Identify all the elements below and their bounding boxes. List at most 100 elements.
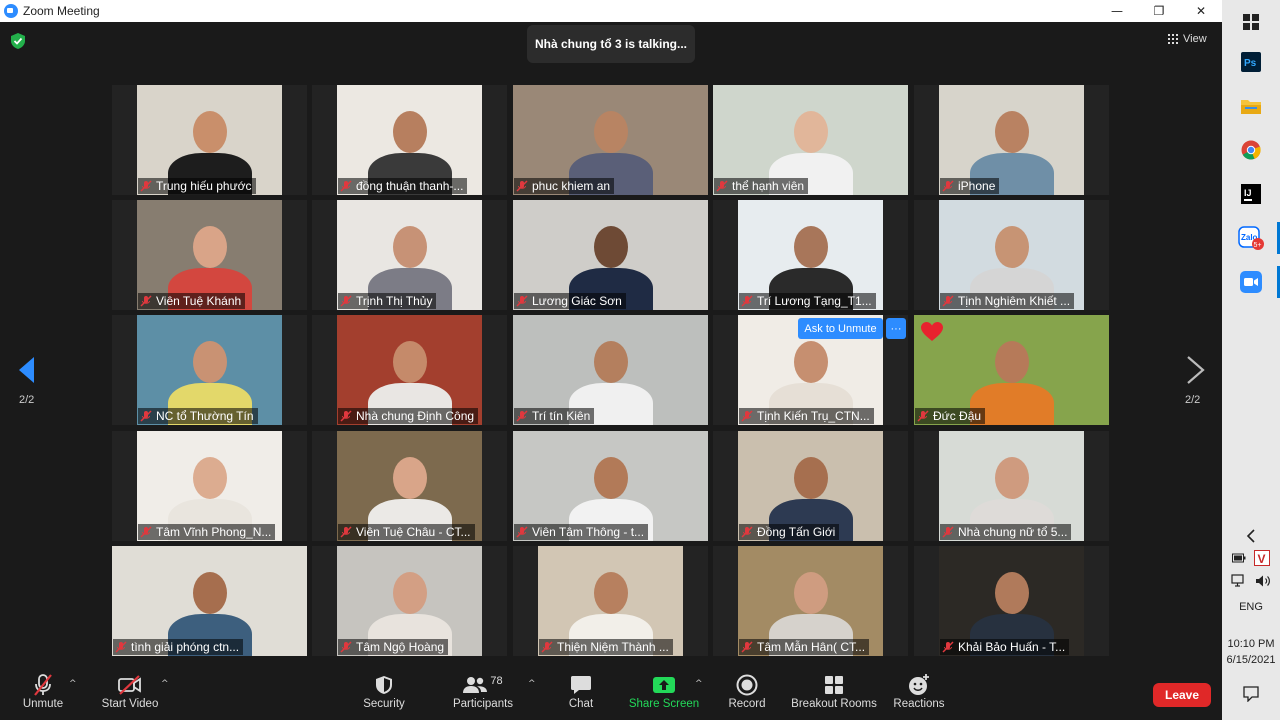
participant-tile[interactable]: Viên Tâm Thông - t... — [513, 431, 708, 541]
participant-name: Viên Tâm Thông - t... — [532, 525, 645, 539]
participant-tile[interactable]: Tâm Vĩnh Phong_N... — [112, 431, 307, 541]
taskbar-file-explorer[interactable] — [1222, 84, 1280, 128]
taskbar-chrome[interactable] — [1222, 128, 1280, 172]
participants-icon — [463, 677, 488, 693]
share-options-caret-icon[interactable]: ^ — [695, 679, 703, 689]
clock-date[interactable]: 6/15/2021 — [1222, 654, 1280, 666]
network-icon[interactable] — [1231, 574, 1247, 588]
participant-tile[interactable]: Viên Tuệ Khánh — [112, 200, 307, 310]
muted-mic-icon — [115, 641, 127, 653]
battery-icon[interactable] — [1232, 552, 1246, 564]
language-indicator[interactable]: ENG — [1222, 601, 1280, 613]
participant-name-tag: Tâm Mẫn Hân( CT... — [739, 639, 870, 655]
maximize-button[interactable]: ❐ — [1138, 0, 1180, 22]
more-options-button[interactable]: ··· — [886, 318, 906, 339]
leave-button[interactable]: Leave — [1153, 683, 1211, 707]
close-button[interactable]: ✕ — [1180, 0, 1222, 22]
muted-mic-icon — [516, 410, 528, 422]
taskbar-photoshop[interactable]: Ps — [1222, 40, 1280, 84]
chrome-icon — [1241, 140, 1261, 160]
unmute-button[interactable]: Unmute — [20, 672, 66, 718]
taskbar-intellij[interactable]: IJ — [1222, 172, 1280, 216]
participant-name-tag: tình giải phóng ctn... — [113, 639, 244, 655]
previous-page-arrow-icon[interactable] — [17, 355, 37, 385]
participant-name-tag: Trung hiếu phước — [138, 178, 256, 194]
participant-name: Tịnh Kiến Trụ_CTN... — [757, 409, 870, 423]
breakout-rooms-button[interactable]: Breakout Rooms — [790, 672, 878, 718]
window-title: Zoom Meeting — [23, 4, 100, 18]
security-button[interactable]: Security — [362, 672, 406, 718]
windows-start-button[interactable] — [1222, 0, 1280, 44]
participant-tile[interactable]: Lương Giác Sơn — [513, 200, 708, 310]
participant-tile[interactable]: Tâm Ngộ Hoàng — [312, 546, 507, 656]
participant-tile[interactable]: Nhà chung Định Công — [312, 315, 507, 425]
participant-tile[interactable]: Đức Đậu — [914, 315, 1109, 425]
participants-options-caret-icon[interactable]: ^ — [528, 679, 536, 689]
participant-tile[interactable]: Trí Lương Tạng_T1... — [713, 200, 908, 310]
minimize-button[interactable]: — — [1096, 0, 1138, 22]
breakout-rooms-icon — [825, 676, 843, 694]
participant-tile[interactable]: Đồng Tấn Giới — [713, 431, 908, 541]
reactions-label: Reactions — [893, 698, 945, 710]
svg-text:IJ: IJ — [1244, 188, 1252, 198]
participant-tile[interactable]: Tịnh Nghiêm Khiết ... — [914, 200, 1109, 310]
start-video-button[interactable]: Start Video — [100, 672, 160, 718]
participants-button[interactable]: 78 Participants — [452, 672, 514, 718]
participant-name-tag: Tịnh Nghiêm Khiết ... — [940, 293, 1075, 309]
participant-tile[interactable]: đồng thuận thanh-... — [312, 85, 507, 195]
window-titlebar: Zoom Meeting — ❐ ✕ — [0, 0, 1222, 22]
participant-name-tag: Trí tín Kiên — [514, 408, 595, 424]
participant-tile[interactable]: Viên Tuệ Châu - CT... — [312, 431, 507, 541]
clock-time[interactable]: 10:10 PM — [1222, 638, 1280, 650]
record-button[interactable]: Record — [726, 672, 768, 718]
tray-row-2 — [1222, 566, 1280, 596]
muted-mic-icon — [516, 295, 528, 307]
view-button[interactable]: View — [1168, 33, 1207, 45]
participant-name-tag: Khải Bảo Huấn - T... — [940, 639, 1070, 655]
participant-tile[interactable]: Trí tín Kiên — [513, 315, 708, 425]
video-options-caret-icon[interactable]: ^ — [161, 679, 169, 689]
muted-mic-icon — [340, 410, 352, 422]
muted-mic-icon — [917, 410, 929, 422]
muted-mic-icon — [741, 641, 753, 653]
share-screen-button[interactable]: Share Screen — [628, 672, 700, 718]
participant-tile[interactable]: thể hạnh viên — [713, 85, 908, 195]
muted-microphone-icon — [34, 674, 52, 696]
svg-text:V: V — [1258, 552, 1266, 566]
encryption-shield-icon[interactable] — [11, 33, 25, 49]
participant-name: Tâm Ngộ Hoàng — [356, 640, 445, 654]
participant-name: Khải Bảo Huấn - T... — [958, 640, 1066, 654]
speaker-volume-icon[interactable] — [1255, 574, 1271, 588]
participant-name: Trí tín Kiên — [532, 409, 591, 423]
notifications-button[interactable] — [1222, 672, 1280, 716]
breakout-rooms-label: Breakout Rooms — [791, 698, 877, 710]
participant-tile[interactable]: tình giải phóng ctn... — [112, 546, 307, 656]
participant-tile[interactable]: iPhone — [914, 85, 1109, 195]
participant-tile[interactable]: phuc khiem an — [513, 85, 708, 195]
reactions-button[interactable]: Reactions — [892, 672, 946, 718]
share-screen-icon — [653, 677, 675, 693]
participant-tile[interactable]: Nhà chung nữ tổ 5... — [914, 431, 1109, 541]
participant-tile[interactable]: Thiện Niệm Thành ... — [513, 546, 708, 656]
audio-options-caret-icon[interactable]: ^ — [69, 679, 77, 689]
participant-tile[interactable]: Trung hiếu phước — [112, 85, 307, 195]
next-page-arrow-icon[interactable] — [1185, 355, 1205, 385]
ask-to-unmute-button[interactable]: Ask to Unmute — [798, 318, 883, 339]
unikey-v-icon[interactable]: V — [1254, 550, 1270, 566]
participant-name-tag: Trí Lương Tạng_T1... — [739, 293, 876, 309]
taskbar-zalo[interactable]: Zalo 5+ — [1222, 216, 1280, 260]
chat-button[interactable]: Chat — [562, 672, 600, 718]
participant-tile[interactable]: Tâm Mẫn Hân( CT... — [713, 546, 908, 656]
muted-mic-icon — [716, 180, 728, 192]
participant-name: NC tổ Thường Tín — [156, 409, 254, 423]
record-label: Record — [728, 698, 766, 710]
intellij-icon: IJ — [1241, 184, 1261, 204]
muted-mic-icon — [340, 641, 352, 653]
participant-name: Nhà chung nữ tổ 5... — [958, 525, 1068, 539]
participant-tile[interactable]: Trịnh Thị Thủy — [312, 200, 507, 310]
muted-mic-icon — [741, 295, 753, 307]
participant-tile[interactable]: Khải Bảo Huấn - T... — [914, 546, 1109, 656]
participant-tile[interactable]: NC tổ Thường Tín — [112, 315, 307, 425]
participant-name: Tâm Vĩnh Phong_N... — [156, 525, 272, 539]
taskbar-zoom[interactable] — [1222, 260, 1280, 304]
